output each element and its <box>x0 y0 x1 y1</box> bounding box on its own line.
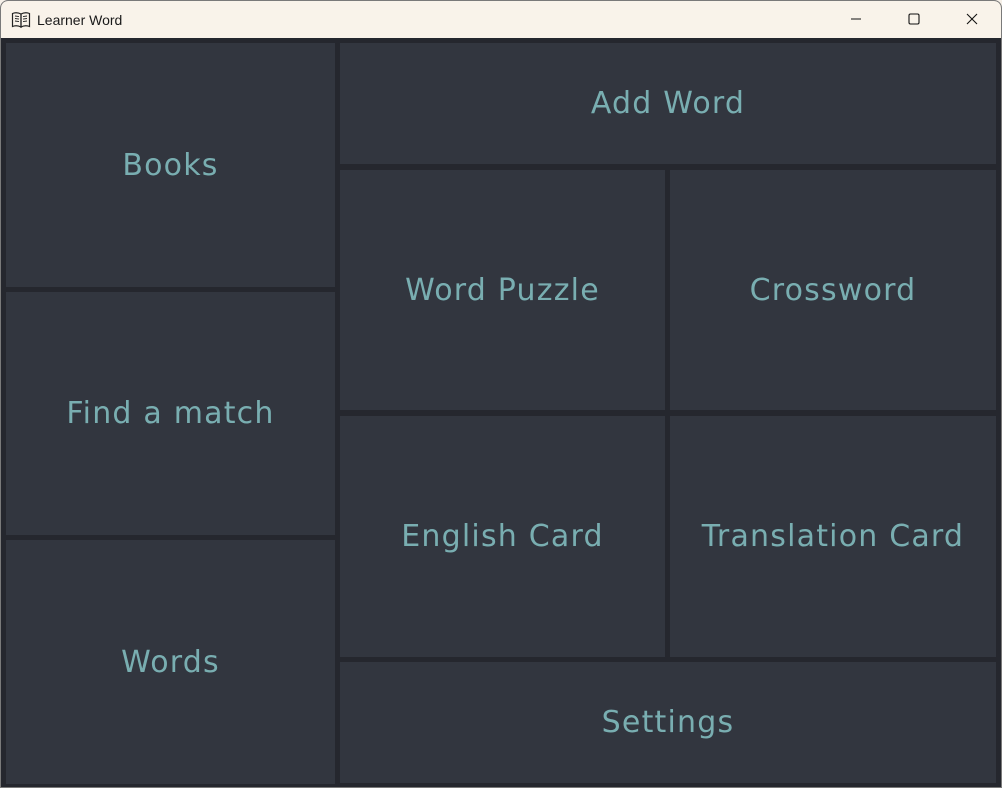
crossword-button[interactable]: Crossword <box>670 170 996 410</box>
close-button[interactable] <box>943 1 1001 38</box>
minimize-button[interactable] <box>827 1 885 38</box>
english-card-button[interactable]: English Card <box>340 416 665 657</box>
app-window: Learner Word Books Find a match Words Ad… <box>0 0 1002 788</box>
books-button[interactable]: Books <box>6 43 335 287</box>
settings-button[interactable]: Settings <box>340 662 996 783</box>
title-bar[interactable]: Learner Word <box>1 1 1001 38</box>
find-a-match-button[interactable]: Find a match <box>6 292 335 535</box>
add-word-button[interactable]: Add Word <box>340 43 996 164</box>
maximize-icon <box>908 10 920 29</box>
book-icon <box>11 10 31 30</box>
close-icon <box>966 10 978 29</box>
minimize-icon <box>850 10 862 29</box>
word-puzzle-button[interactable]: Word Puzzle <box>340 170 665 410</box>
window-title: Learner Word <box>37 11 123 28</box>
window-controls <box>827 1 1001 38</box>
words-button[interactable]: Words <box>6 540 335 784</box>
menu-grid: Books Find a match Words Add Word Word P… <box>3 39 999 787</box>
translation-card-button[interactable]: Translation Card <box>670 416 996 657</box>
maximize-button[interactable] <box>885 1 943 38</box>
